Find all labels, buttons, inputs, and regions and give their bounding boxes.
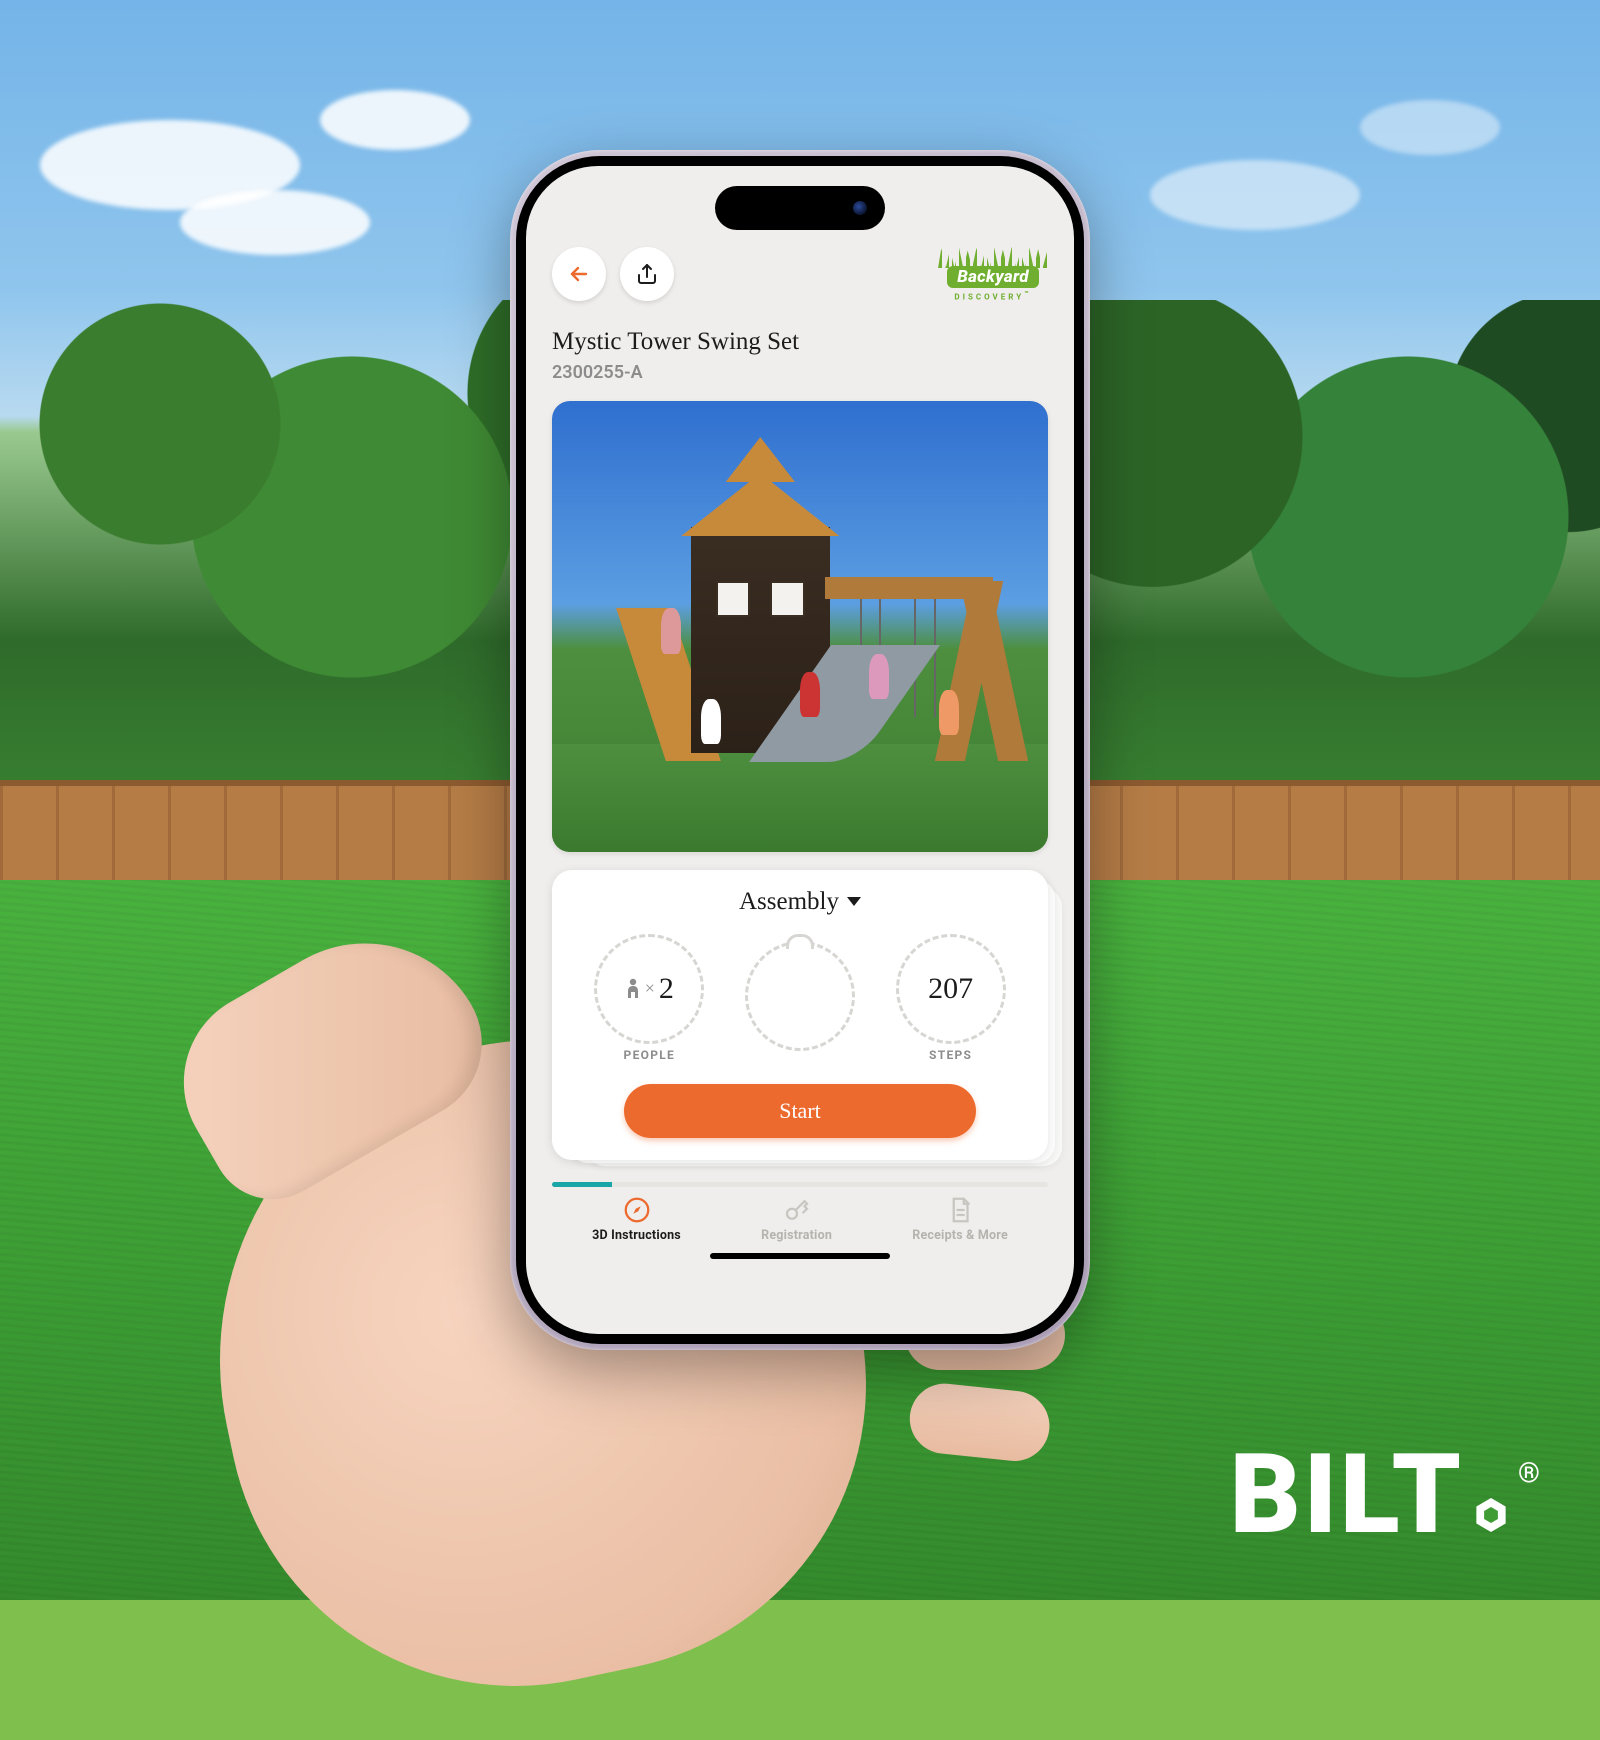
nav-receipts[interactable]: Receipts & More (912, 1195, 1008, 1243)
phone: Backyard DISCOVERY™ Mystic Tower Swing S… (510, 150, 1090, 1350)
document-icon (945, 1195, 975, 1225)
steps-value: 207 (928, 972, 973, 1006)
brand-subtitle: DISCOVERY™ (954, 290, 1031, 302)
nav-3d-instructions[interactable]: 3D Instructions (592, 1195, 681, 1243)
compass-icon (622, 1195, 652, 1225)
assembly-mode-selector[interactable]: Assembly (574, 888, 1026, 916)
phone-screen: Backyard DISCOVERY™ Mystic Tower Swing S… (526, 166, 1074, 1334)
metric-people: × 2 PEOPLE (594, 934, 704, 1062)
brand-logo: Backyard DISCOVERY™ (938, 246, 1048, 302)
metric-time (745, 941, 855, 1055)
key-icon (782, 1195, 812, 1225)
chevron-down-icon (847, 897, 861, 906)
bilt-text: BILT (1230, 1450, 1464, 1540)
person-icon (625, 978, 641, 1000)
people-label: PEOPLE (624, 1048, 676, 1062)
back-button[interactable] (552, 247, 606, 301)
people-value: 2 (659, 972, 674, 1006)
share-icon (635, 262, 659, 286)
share-button[interactable] (620, 247, 674, 301)
metric-steps: 207 STEPS (896, 934, 1006, 1062)
nav-label: Receipts & More (912, 1228, 1008, 1243)
people-prefix: × (645, 978, 655, 999)
nav-label: Registration (761, 1228, 832, 1243)
bilt-watermark: BILT ® (1230, 1450, 1540, 1540)
start-button[interactable]: Start (624, 1084, 977, 1138)
grass-icon (938, 246, 1048, 268)
product-image[interactable] (552, 401, 1048, 852)
dynamic-island (715, 186, 885, 230)
nav-label: 3D Instructions (592, 1228, 681, 1243)
home-indicator[interactable] (710, 1253, 890, 1259)
assembly-title: Assembly (739, 888, 839, 916)
product-sku: 2300255-A (552, 362, 1048, 383)
hex-dot-icon (1474, 1498, 1508, 1532)
product-title: Mystic Tower Swing Set (552, 328, 1048, 356)
bottom-nav: 3D Instructions Registration Receipts & … (552, 1187, 1048, 1249)
registered-mark: ® (1518, 1456, 1540, 1489)
nav-registration[interactable]: Registration (761, 1195, 832, 1243)
brand-name: Backyard (947, 266, 1039, 288)
assembly-card: Assembly × 2 (552, 870, 1048, 1160)
back-arrow-icon (567, 262, 591, 286)
assembly-card-stack: Assembly × 2 (552, 870, 1048, 1160)
steps-label: STEPS (929, 1048, 972, 1062)
top-bar: Backyard DISCOVERY™ (552, 246, 1048, 302)
